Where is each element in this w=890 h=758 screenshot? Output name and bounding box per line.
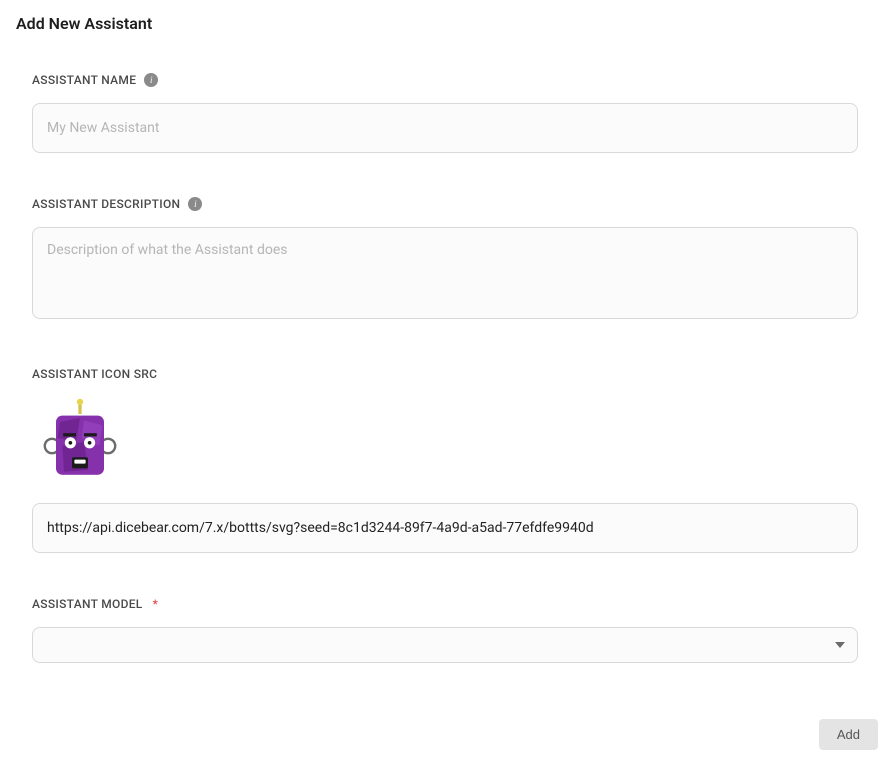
dialog-footer: Add	[0, 710, 890, 758]
assistant-name-label: ASSISTANT NAME	[32, 73, 136, 87]
label-row-name: ASSISTANT NAME i	[32, 73, 858, 87]
assistant-name-input[interactable]	[32, 103, 858, 153]
assistant-model-select[interactable]	[32, 627, 858, 663]
info-icon[interactable]: i	[188, 197, 202, 211]
add-button[interactable]: Add	[819, 719, 878, 750]
assistant-form: ASSISTANT NAME i ASSISTANT DESCRIPTION i…	[16, 73, 874, 700]
required-marker: *	[153, 597, 158, 611]
label-row-icon-src: ASSISTANT ICON SRC	[32, 367, 858, 381]
assistant-description-input[interactable]	[32, 227, 858, 319]
form-scroll-area[interactable]: Add New Assistant ASSISTANT NAME i ASSIS…	[0, 0, 890, 700]
label-row-description: ASSISTANT DESCRIPTION i	[32, 197, 858, 211]
robot-avatar-icon	[40, 397, 120, 487]
assistant-model-label: ASSISTANT MODEL	[32, 597, 143, 611]
openai-credential-label: OPENAI CREDENTIAL	[32, 699, 153, 700]
field-assistant-icon-src: ASSISTANT ICON SRC	[32, 367, 858, 553]
assistant-description-label: ASSISTANT DESCRIPTION	[32, 197, 180, 211]
assistant-icon-src-label: ASSISTANT ICON SRC	[32, 367, 157, 381]
label-row-model: ASSISTANT MODEL *	[32, 597, 858, 611]
chevron-down-icon	[835, 642, 845, 648]
required-marker: *	[163, 699, 168, 700]
page-title: Add New Assistant	[16, 14, 874, 33]
assistant-icon-preview	[40, 397, 120, 487]
info-icon[interactable]: i	[144, 73, 158, 87]
label-row-credential: OPENAI CREDENTIAL *	[32, 699, 858, 700]
assistant-icon-src-input[interactable]	[32, 503, 858, 553]
field-assistant-description: ASSISTANT DESCRIPTION i	[32, 197, 858, 323]
field-assistant-name: ASSISTANT NAME i	[32, 73, 858, 153]
field-assistant-model: ASSISTANT MODEL *	[32, 597, 858, 663]
field-openai-credential: OPENAI CREDENTIAL *	[32, 699, 858, 700]
